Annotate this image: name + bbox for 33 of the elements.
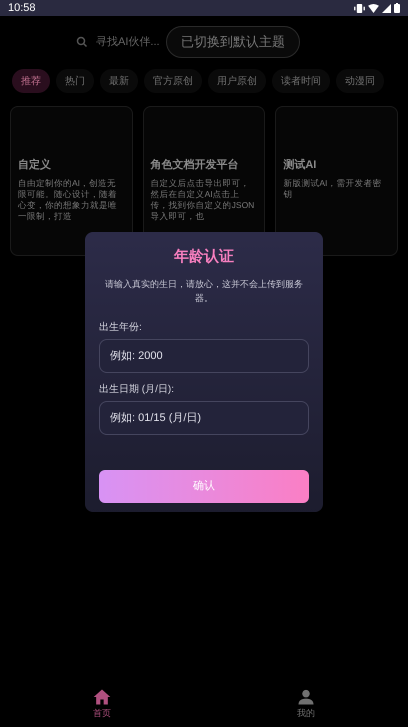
toast: 已切换到默认主题 [166,26,300,58]
nav-tab[interactable]: 我的 [296,687,316,721]
signal-icon [382,4,391,12]
dialog-message: 请输入真实的生日，请放心，这并不会上传到服务器。 [104,278,304,304]
home-icon [92,687,112,708]
search-icon [76,36,88,48]
field-label: 出生日期 (月/日): [99,382,175,396]
category-tab[interactable]: 热门 [56,69,94,93]
nav-tab[interactable]: 首页 [92,687,112,721]
status-time: 10:58 [8,0,36,16]
category-tab[interactable]: 动漫同 [336,69,384,93]
category-tab[interactable]: 推荐 [12,69,50,93]
confirm-button[interactable]: 确认 [99,470,309,502]
search-field[interactable]: 寻找AI伙伴... [96,34,168,50]
card-description: 新版测试AI，需开发者密钥 [283,178,382,200]
vibrate-icon [354,4,365,12]
category-tab[interactable]: 最新 [100,69,138,93]
category-tab[interactable]: 用户原创 [208,69,266,93]
person-icon [296,687,316,708]
field-label: 出生年份: [99,320,143,334]
input-field[interactable]: 例如: 2000 [99,338,309,372]
wifi-icon [368,4,379,12]
category-tab[interactable]: 读者时间 [272,69,330,93]
card-title: 角色文档开发平台 [150,158,240,173]
category-tab[interactable]: 官方原创 [144,69,202,93]
input-field[interactable]: 例如: 01/15 (月/日) [99,400,309,434]
card-description: 自由定制你的AI，创造无限可能。随心设计，随着心变，你的想象力就是唯一限制，打造 [18,178,118,222]
ai-card[interactable]: 自定义 自由定制你的AI，创造无限可能。随心设计，随着心变，你的想象力就是唯一限制，打造 [10,106,133,256]
card-title: 自定义 [18,158,52,173]
card-description: 自定义后点击导出即可，然后在自定义AI点击上传，找到你自定义的JSON导入即可，也 [150,178,256,222]
card-title: 测试AI [283,158,318,173]
battery-icon [394,3,400,13]
ai-card[interactable]: 测试AI 新版测试AI，需开发者密钥 [275,106,398,256]
